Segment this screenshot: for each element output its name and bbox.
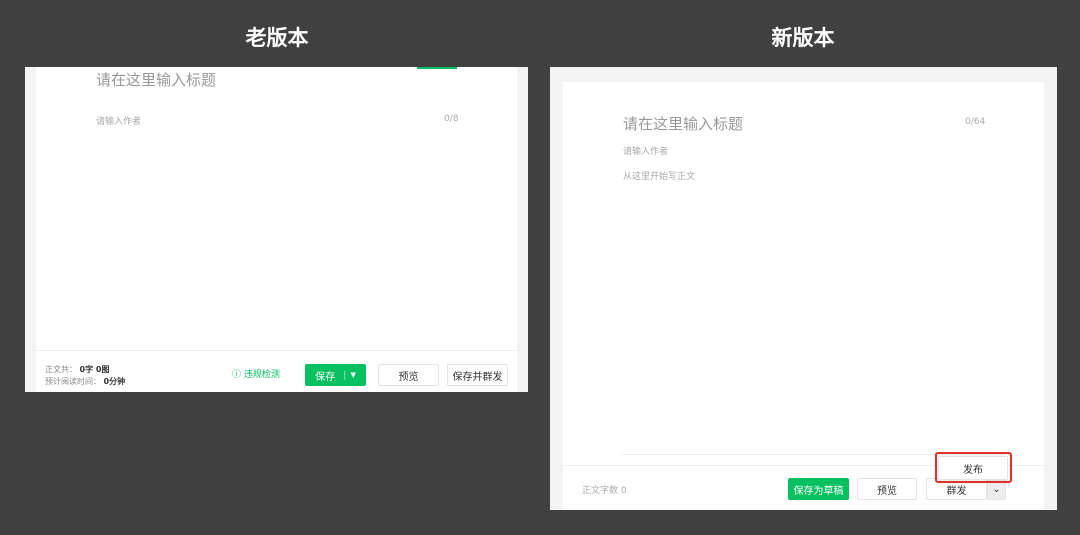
word-count: 0 <box>620 486 627 496</box>
compliance-check-label: 违规检测 <box>243 370 280 380</box>
read-time-value: 0分钟 <box>103 377 126 386</box>
body-input[interactable]: 从这里开始写正文 <box>623 169 695 182</box>
new-editor: 请在这里输入标题 0/64 请输入作者 从这里开始写正文 正文字数 0 保存为草… <box>550 67 1057 510</box>
highlight-box <box>935 452 1012 483</box>
save-button[interactable]: 保存 | ▼ <box>305 364 366 386</box>
stats-label: 正文共： <box>45 365 77 374</box>
info-circle-icon: ⓘ <box>232 370 242 380</box>
read-time-label: 预计阅读时间： <box>45 377 101 386</box>
save-and-send-button[interactable]: 保存并群发 <box>447 364 508 386</box>
title-input[interactable]: 请在这里输入标题 <box>623 113 743 134</box>
caret-down-icon[interactable]: ▼ <box>350 371 355 379</box>
preview-button[interactable]: 预览 <box>857 478 917 500</box>
author-input[interactable]: 请输入作者 <box>623 144 668 157</box>
preview-button[interactable]: 预览 <box>378 364 439 386</box>
author-input[interactable]: 请输入作者 <box>96 114 141 127</box>
compliance-check-link[interactable]: ⓘ 违规检测 <box>232 367 280 380</box>
new-version-heading: 新版本 <box>771 26 835 50</box>
old-editor: 请在这里输入标题 请输入作者 0/8 正文共： 0字 0图 预计阅读时间： 0分… <box>25 67 528 392</box>
title-input[interactable]: 请在这里输入标题 <box>96 69 216 90</box>
word-count-label: 正文字数 <box>582 486 619 496</box>
save-label: 保存 <box>315 371 336 383</box>
old-version-heading: 老版本 <box>245 26 309 50</box>
stats-value: 0字 0图 <box>79 365 110 374</box>
title-count: 0/64 <box>965 117 986 127</box>
save-draft-button[interactable]: 保存为草稿 <box>788 478 849 500</box>
author-count: 0/8 <box>444 114 459 124</box>
